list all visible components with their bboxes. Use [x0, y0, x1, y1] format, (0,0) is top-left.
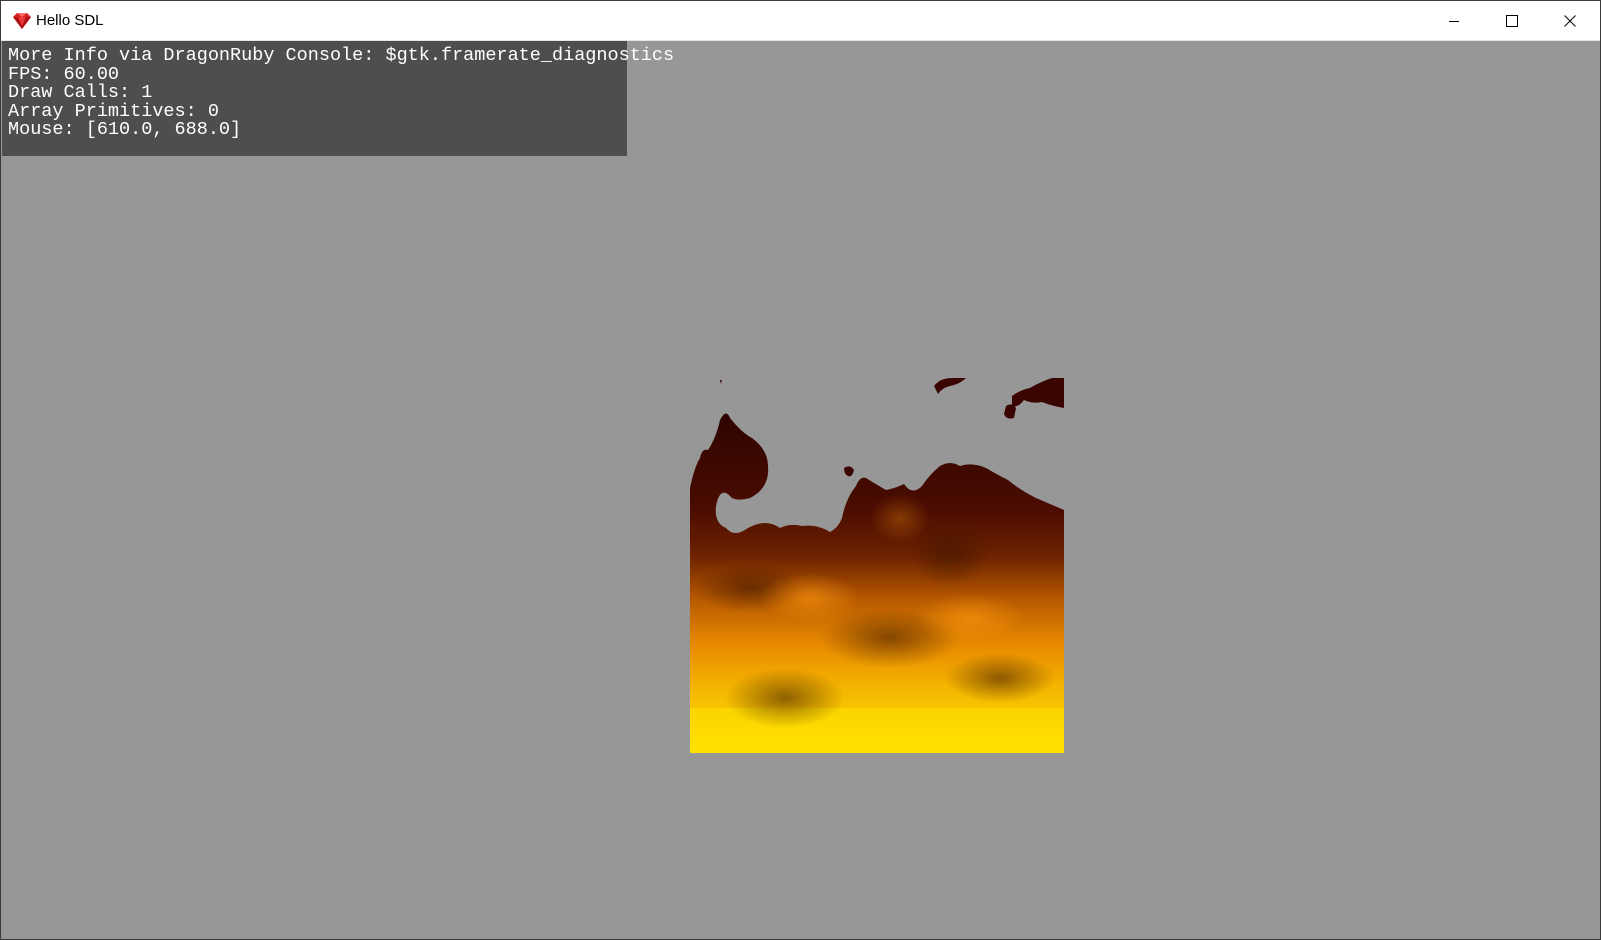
- window-title: Hello SDL: [36, 12, 104, 29]
- minimize-button[interactable]: [1425, 1, 1483, 40]
- draw-calls-readout: Draw Calls: 1: [8, 82, 153, 104]
- app-window: Hello SDL More Info via DragonRuby Conso…: [0, 0, 1601, 940]
- game-canvas[interactable]: More Info via DragonRuby Console: $gtk.f…: [1, 41, 1600, 939]
- ruby-gem-icon: [13, 13, 31, 29]
- maximize-icon: [1506, 14, 1518, 27]
- fire-sprite: [690, 378, 1064, 753]
- title-bar[interactable]: Hello SDL: [1, 1, 1600, 41]
- diagnostics-info-line: More Info via DragonRuby Console: $gtk.f…: [8, 45, 675, 66]
- close-button[interactable]: [1541, 1, 1599, 40]
- maximize-button[interactable]: [1483, 1, 1541, 40]
- framerate-diagnostics-panel: More Info via DragonRuby Console: $gtk.f…: [2, 41, 675, 156]
- close-icon: [1564, 14, 1576, 27]
- mouse-position-readout: Mouse: [610.0, 688.0]: [8, 119, 242, 141]
- minimize-icon: [1449, 20, 1459, 22]
